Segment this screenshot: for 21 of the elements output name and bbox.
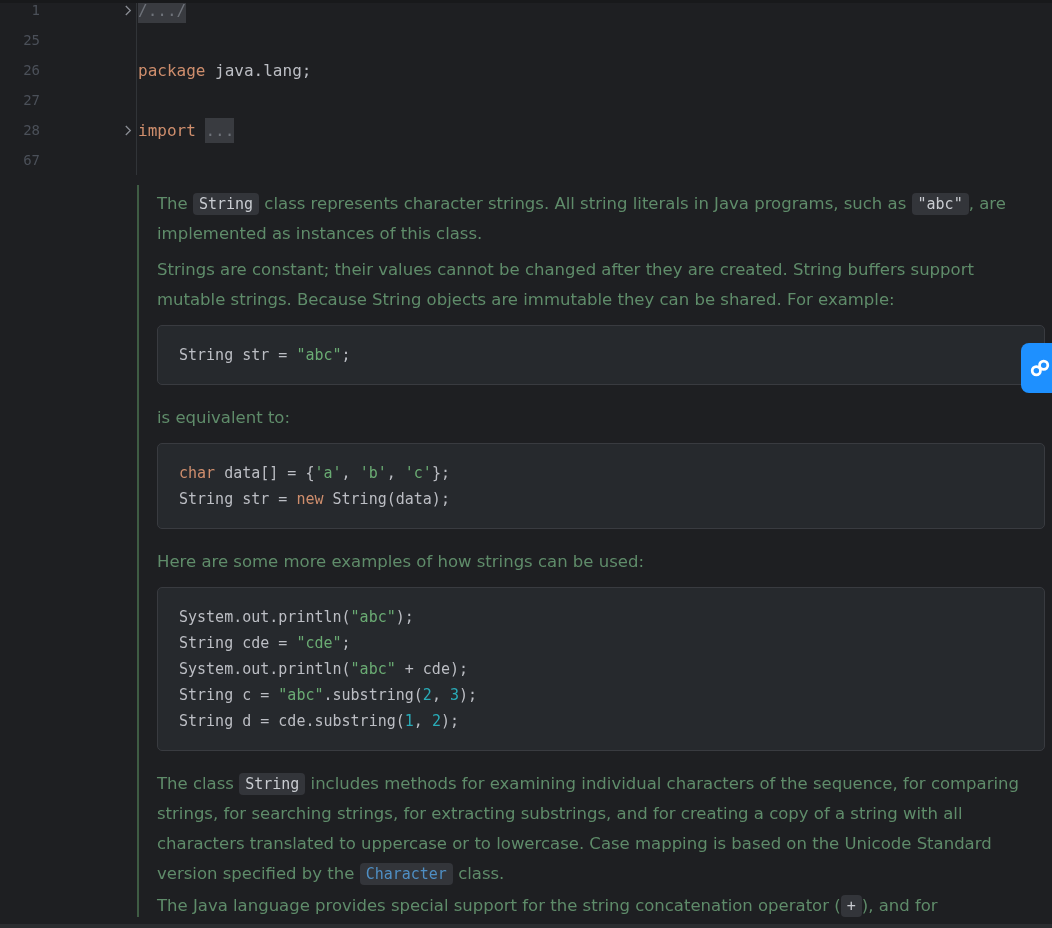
chevron-icon[interactable]	[124, 3, 133, 17]
code-line: String cde = "cde";	[179, 633, 352, 654]
link-button[interactable]	[1021, 343, 1052, 393]
code-line: char data[] = {'a', 'b', 'c'};	[179, 463, 451, 484]
code-line: String c = "abc".substring(2, 3);	[179, 685, 479, 706]
code-line: System.out.println("abc" + cde);	[179, 659, 469, 680]
class-link[interactable]: Character	[359, 863, 453, 885]
link-icon	[1029, 357, 1051, 379]
code-line: package java.lang;	[138, 60, 312, 80]
chevron-icon[interactable]	[124, 123, 133, 137]
doc-paragraph: The class String includes methods for examining individual characters of the sequence, for comparing strings, for searching strings, for extracting substrings, and for creating a copy of a string with all characters translated to uppercase or to lowercase. Case mapping is based on the Unicode Standard version specified by the Character class.	[157, 772, 1020, 887]
doc-paragraph: Strings are constant; their values cannot be changed after they are created. String buffers support mutable strings. Because String objects are immutable they can be shared. For example:	[157, 259, 975, 311]
code-line: import ...	[138, 120, 235, 140]
doc-paragraph: is equivalent to:	[157, 407, 291, 429]
code-line: String str = new String(data);	[179, 489, 451, 510]
doc-paragraph: The String class represents character strings. All string literals in Java programs, such as "abc" , are implemented as instances of this class.	[157, 192, 1007, 245]
code-line: String d = cde.substring(1, 2);	[179, 711, 460, 732]
doc-paragraph: Here are some more examples of how strings can be used:	[157, 551, 645, 573]
code-line: String str = "abc";	[179, 345, 352, 366]
code-line: System.out.println("abc");	[179, 607, 415, 628]
doc-paragraph: The Java language provides special support for the string concatenation operator ( + ), and for	[157, 895, 939, 917]
